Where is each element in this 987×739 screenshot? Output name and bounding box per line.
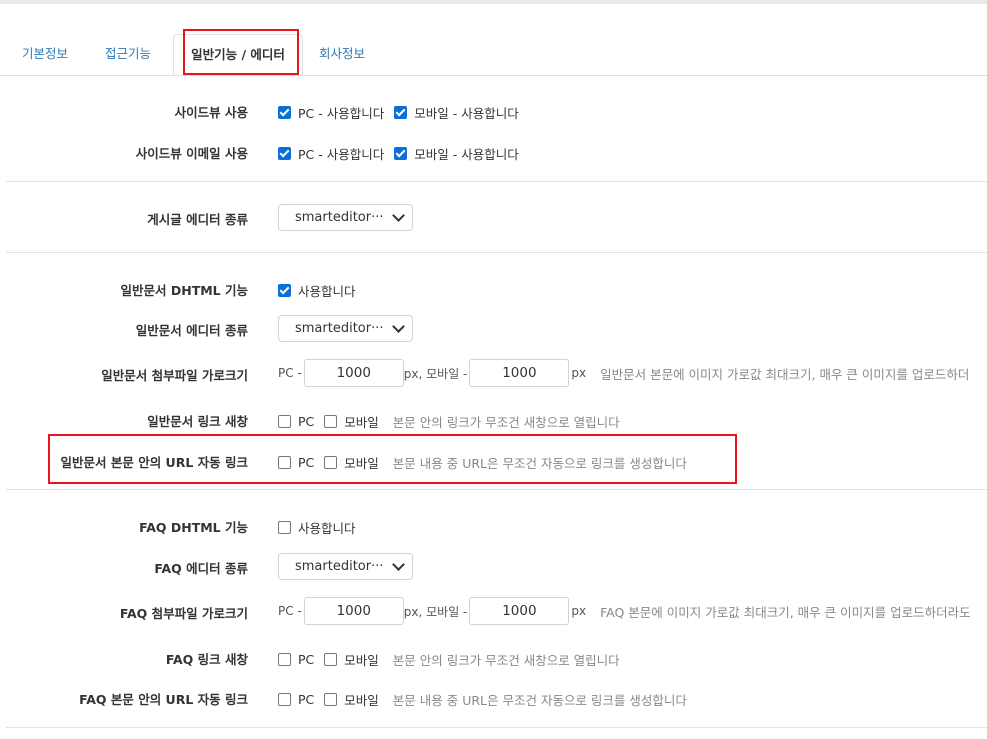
top-border — [0, 0, 987, 4]
faq-editor-label: FAQ 에디터 종류 — [154, 561, 248, 576]
faq-link-new-mobile-label: 모바일 — [344, 653, 379, 668]
doc-dhtml-checkbox[interactable] — [278, 284, 291, 297]
faq-attach-label: FAQ 첨부파일 가로크기 — [119, 606, 248, 621]
doc-url-auto-pc-checkbox[interactable] — [278, 456, 291, 469]
faq-attach-pc-prefix: PC - — [278, 604, 302, 618]
doc-url-auto-hint: 본문 내용 중 URL은 무조건 자동으로 링크를 생성합니다 — [392, 456, 687, 471]
faq-attach-controls: PC - 1000 px, 모바일 - 1000 px FAQ 본문에 이미지 … — [278, 597, 971, 625]
faq-url-auto-mobile-checkbox[interactable] — [324, 693, 338, 706]
faq-url-auto-label: FAQ 본문 안의 URL 자동 링크 — [79, 692, 248, 707]
faq-link-new-pc-checkbox[interactable] — [278, 653, 291, 666]
sideview-email-mobile-label: 모바일 - 사용합니다 — [414, 147, 519, 162]
doc-link-new-controls: PC 모바일 본문 안의 링크가 무조건 새창으로 열립니다 — [278, 412, 620, 431]
faq-dhtml-label: FAQ DHTML 기능 — [139, 520, 248, 535]
doc-link-new-label: 일반문서 링크 새창 — [147, 414, 248, 429]
doc-attach-controls: PC - 1000 px, 모바일 - 1000 px 일반문서 본문에 이미지… — [278, 359, 969, 387]
section-divider — [6, 727, 987, 728]
doc-attach-mobile-input[interactable]: 1000 — [469, 359, 570, 387]
doc-url-auto-controls: PC 모바일 본문 내용 중 URL은 무조건 자동으로 링크를 생성합니다 — [278, 453, 687, 472]
section-divider — [6, 252, 987, 253]
section-divider — [6, 489, 987, 490]
faq-link-new-hint: 본문 안의 링크가 무조건 새창으로 열립니다 — [392, 653, 620, 668]
faq-url-auto-pc-checkbox[interactable] — [278, 693, 291, 706]
faq-url-auto-controls: PC 모바일 본문 내용 중 URL은 무조건 자동으로 링크를 생성합니다 — [278, 690, 687, 709]
sideview-label: 사이드뷰 사용 — [174, 105, 248, 120]
faq-link-new-pc-label: PC — [298, 652, 315, 667]
doc-attach-unit: px — [571, 366, 587, 380]
faq-link-new-controls: PC 모바일 본문 안의 링크가 무조건 새창으로 열립니다 — [278, 650, 620, 669]
faq-attach-mobile-input[interactable]: 1000 — [469, 597, 570, 625]
doc-link-new-mobile-checkbox[interactable] — [324, 415, 338, 428]
sideview-controls: PC - 사용합니다 모바일 - 사용합니다 — [278, 103, 529, 122]
post-editor-label: 게시글 에디터 종류 — [147, 212, 248, 227]
faq-attach-unit: px — [571, 604, 587, 618]
tab-access[interactable]: 접근기능 — [105, 34, 151, 74]
doc-attach-hint: 일반문서 본문에 이미지 가로값 최대크기, 매우 큰 이미지를 업로드하더 — [600, 366, 970, 382]
chevron-down-icon — [392, 209, 405, 222]
sideview-mobile-label: 모바일 - 사용합니다 — [414, 106, 519, 121]
post-editor-controls: smarteditor··· — [278, 204, 413, 231]
sideview-pc-checkbox[interactable] — [278, 106, 291, 119]
doc-url-auto-pc-label: PC — [298, 455, 315, 470]
post-editor-select-value: smarteditor··· — [295, 210, 384, 225]
doc-dhtml-option-label: 사용합니다 — [298, 284, 356, 299]
doc-link-new-mobile-label: 모바일 — [344, 415, 379, 430]
faq-dhtml-controls: 사용합니다 — [278, 518, 366, 537]
faq-editor-select[interactable]: smarteditor··· — [278, 553, 413, 580]
doc-url-auto-label: 일반문서 본문 안의 URL 자동 링크 — [60, 455, 248, 470]
faq-attach-pc-input[interactable]: 1000 — [303, 597, 404, 625]
doc-link-new-pc-checkbox[interactable] — [278, 415, 291, 428]
doc-url-auto-mobile-label: 모바일 — [344, 456, 379, 471]
doc-dhtml-controls: 사용합니다 — [278, 281, 366, 300]
faq-url-auto-pc-label: PC — [298, 692, 315, 707]
faq-url-auto-hint: 본문 내용 중 URL은 무조건 자동으로 링크를 생성합니다 — [392, 693, 687, 708]
faq-url-auto-mobile-label: 모바일 — [344, 693, 379, 708]
faq-dhtml-checkbox[interactable] — [278, 521, 291, 534]
faq-attach-mobile-prefix: px, 모바일 - — [403, 604, 468, 619]
doc-attach-label: 일반문서 첨부파일 가로크기 — [101, 368, 248, 383]
doc-attach-mobile-prefix: px, 모바일 - — [403, 366, 468, 381]
sideview-pc-label: PC - 사용합니다 — [298, 106, 385, 121]
doc-attach-pc-input[interactable]: 1000 — [303, 359, 404, 387]
faq-editor-controls: smarteditor··· — [278, 553, 413, 580]
doc-attach-pc-prefix: PC - — [278, 366, 302, 380]
doc-editor-label: 일반문서 에디터 종류 — [135, 323, 248, 338]
post-editor-select[interactable]: smarteditor··· — [278, 204, 413, 231]
tab-basic-info[interactable]: 기본정보 — [22, 34, 68, 74]
faq-editor-select-value: smarteditor··· — [295, 559, 384, 574]
faq-link-new-mobile-checkbox[interactable] — [324, 653, 338, 666]
chevron-down-icon — [392, 558, 405, 571]
settings-tabs: 기본정보 접근기능 일반기능 / 에디터 회사정보 — [0, 34, 987, 76]
doc-editor-select[interactable]: smarteditor··· — [278, 315, 413, 342]
doc-editor-controls: smarteditor··· — [278, 315, 413, 342]
doc-editor-select-value: smarteditor··· — [295, 321, 384, 336]
section-divider — [6, 181, 987, 182]
tab-general-editor[interactable]: 일반기능 / 에디터 — [173, 34, 303, 75]
tab-company-info[interactable]: 회사정보 — [319, 34, 365, 74]
doc-url-auto-mobile-checkbox[interactable] — [324, 456, 338, 469]
sideview-mobile-checkbox[interactable] — [394, 106, 408, 119]
sideview-email-label: 사이드뷰 이메일 사용 — [135, 146, 248, 161]
doc-link-new-pc-label: PC — [298, 414, 315, 429]
sideview-email-pc-label: PC - 사용합니다 — [298, 147, 385, 162]
doc-link-new-hint: 본문 안의 링크가 무조건 새창으로 열립니다 — [392, 415, 620, 430]
sideview-email-mobile-checkbox[interactable] — [394, 147, 408, 160]
faq-attach-hint: FAQ 본문에 이미지 가로값 최대크기, 매우 큰 이미지를 업로드하더라도 — [600, 604, 971, 620]
sideview-email-pc-checkbox[interactable] — [278, 147, 291, 160]
chevron-down-icon — [392, 320, 405, 333]
faq-link-new-label: FAQ 링크 새창 — [165, 652, 248, 667]
doc-dhtml-label: 일반문서 DHTML 기능 — [120, 283, 248, 298]
sideview-email-controls: PC - 사용합니다 모바일 - 사용합니다 — [278, 144, 529, 163]
faq-dhtml-option-label: 사용합니다 — [298, 521, 356, 536]
